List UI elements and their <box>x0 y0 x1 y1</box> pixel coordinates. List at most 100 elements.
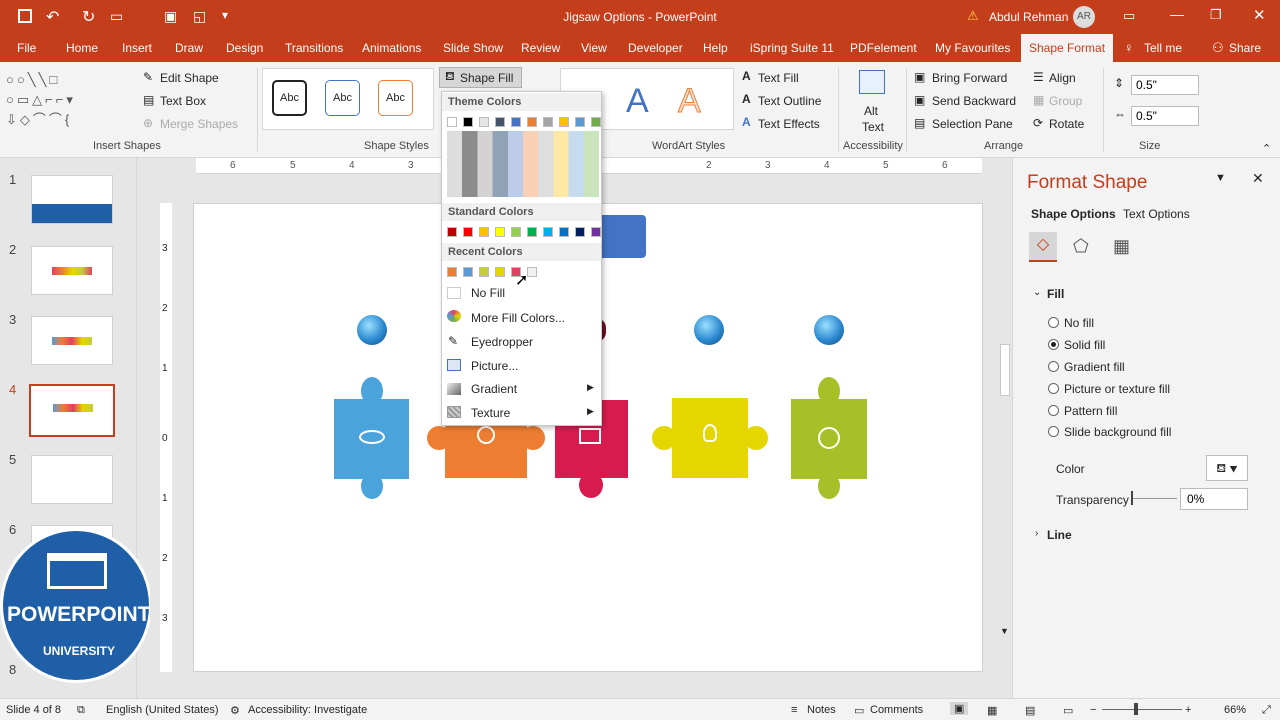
selection-pane-button[interactable]: Selection Pane <box>932 117 1013 131</box>
size-properties-icon[interactable]: ▦ <box>1113 236 1130 257</box>
radio-gradient-fill[interactable] <box>1048 361 1059 372</box>
tab-text-options[interactable]: Text Options <box>1123 207 1190 221</box>
label-picture-fill[interactable]: Picture or texture fill <box>1064 382 1170 396</box>
zoom-slider[interactable] <box>1102 709 1182 710</box>
eyedropper-item[interactable]: Eyedropper <box>471 335 533 349</box>
style-preset-2[interactable]: Abc <box>325 80 360 116</box>
tab-my-favourites[interactable]: My Favourites <box>935 41 1010 55</box>
tab-insert[interactable]: Insert <box>122 41 152 55</box>
tab-home[interactable]: Home <box>66 41 98 55</box>
recent-color-swatch[interactable] <box>463 267 473 277</box>
text-fill-button[interactable]: Text Fill <box>758 71 799 85</box>
language-indicator[interactable]: English (United States) <box>106 704 219 716</box>
theme-color-swatch[interactable] <box>575 117 585 127</box>
bring-forward-button[interactable]: Bring Forward <box>932 71 1007 85</box>
color-picker-button[interactable]: ⛾ ▾ <box>1206 455 1248 481</box>
wordart-style-orange-outline[interactable]: A <box>678 82 702 121</box>
zoom-out-icon[interactable]: − <box>1090 704 1096 716</box>
texture-item[interactable]: Texture <box>471 406 510 420</box>
slide-thumbnail-5[interactable] <box>31 455 113 504</box>
gradient-item[interactable]: Gradient <box>471 382 517 396</box>
zoom-level[interactable]: 66% <box>1224 704 1246 716</box>
standard-color-swatch[interactable] <box>495 227 505 237</box>
tab-developer[interactable]: Developer <box>628 41 683 55</box>
tab-pdfelement[interactable]: PDFelement <box>850 41 917 55</box>
tab-tell-me[interactable]: Tell me <box>1144 41 1182 55</box>
ribbon-display-icon[interactable]: ▭ <box>1123 8 1135 24</box>
alt-text-label-2[interactable]: Text <box>862 120 884 134</box>
text-outline-button[interactable]: Text Outline <box>758 94 821 108</box>
standard-color-swatch[interactable] <box>591 227 601 237</box>
fill-line-icon[interactable]: ◇ <box>1029 232 1057 262</box>
send-backward-button[interactable]: Send Backward <box>932 94 1016 108</box>
height-input[interactable] <box>1131 75 1199 95</box>
accessibility-icon[interactable]: ⚙ <box>230 704 240 717</box>
theme-color-swatch[interactable] <box>591 117 601 127</box>
style-preset-3[interactable]: Abc <box>378 80 413 116</box>
user-name[interactable]: Abdul Rehman <box>989 10 1068 24</box>
label-gradient-fill[interactable]: Gradient fill <box>1064 360 1125 374</box>
style-preset-1[interactable]: Abc <box>272 80 307 116</box>
tab-shape-format[interactable]: Shape Format <box>1021 34 1114 62</box>
group-button[interactable]: Group <box>1049 94 1082 108</box>
label-no-fill[interactable]: No fill <box>1064 316 1094 330</box>
text-effects-button[interactable]: Text Effects <box>758 117 820 131</box>
edit-shape-button[interactable]: Edit Shape <box>160 71 219 85</box>
tab-review[interactable]: Review <box>521 41 560 55</box>
share-button[interactable]: Share <box>1229 41 1261 55</box>
theme-color-swatch[interactable] <box>543 117 553 127</box>
zoom-in-icon[interactable]: + <box>1185 704 1191 716</box>
radio-solid-fill[interactable] <box>1048 339 1059 350</box>
label-solid-fill[interactable]: Solid fill <box>1064 338 1105 352</box>
theme-color-swatch[interactable] <box>447 117 457 127</box>
theme-color-swatch[interactable] <box>527 117 537 127</box>
standard-color-swatch[interactable] <box>463 227 473 237</box>
theme-color-swatch[interactable] <box>511 117 521 127</box>
globe-sphere[interactable] <box>357 315 387 345</box>
puzzle-piece-green[interactable] <box>791 377 867 499</box>
shapes-gallery[interactable]: ○○╲╲□ ○▭△⌐⌐▾ ⇩◇⌒⌒{ <box>6 70 134 132</box>
notes-button[interactable]: Notes <box>807 704 836 716</box>
align-button[interactable]: Align <box>1049 71 1076 85</box>
fill-section-header[interactable]: Fill <box>1047 287 1064 301</box>
slide-sorter-icon[interactable]: ▦ <box>987 704 997 717</box>
radio-picture-fill[interactable] <box>1048 383 1059 394</box>
transparency-input[interactable] <box>1180 488 1248 510</box>
theme-color-swatch[interactable] <box>495 117 505 127</box>
zoom-slider-thumb[interactable] <box>1134 703 1138 715</box>
standard-color-swatch[interactable] <box>527 227 537 237</box>
slide-thumbnail-4[interactable] <box>29 384 115 437</box>
globe-sphere[interactable] <box>694 315 724 345</box>
more-fill-colors-item[interactable]: More Fill Colors... <box>471 311 565 325</box>
tab-animations[interactable]: Animations <box>362 41 421 55</box>
scroll-down-icon[interactable]: ▼ <box>1000 626 1009 636</box>
picture-item[interactable]: Picture... <box>471 359 518 373</box>
pane-close-icon[interactable]: ✕ <box>1252 170 1264 187</box>
comments-button[interactable]: Comments <box>870 704 923 716</box>
theme-color-swatch[interactable] <box>479 117 489 127</box>
puzzle-piece-blue[interactable] <box>334 377 409 499</box>
radio-slide-background-fill[interactable] <box>1048 426 1059 437</box>
maximize-icon[interactable]: ❐ <box>1210 7 1222 23</box>
line-section-header[interactable]: Line <box>1047 528 1072 542</box>
theme-shades[interactable] <box>447 131 599 197</box>
fill-collapse-icon[interactable]: ⌄ <box>1033 287 1041 298</box>
tab-shape-options[interactable]: Shape Options <box>1031 207 1116 221</box>
standard-color-swatch[interactable] <box>479 227 489 237</box>
alt-text-label-1[interactable]: Alt <box>864 104 878 118</box>
radio-pattern-fill[interactable] <box>1048 405 1059 416</box>
label-slide-background-fill[interactable]: Slide background fill <box>1064 425 1171 439</box>
tab-transitions[interactable]: Transitions <box>285 41 343 55</box>
radio-no-fill[interactable] <box>1048 317 1059 328</box>
slide-thumbnail-2[interactable] <box>31 246 113 295</box>
pane-options-icon[interactable]: ▼ <box>1215 172 1226 184</box>
slide-scrollbar[interactable]: ▼ <box>998 158 1012 678</box>
tab-view[interactable]: View <box>581 41 607 55</box>
slideshow-icon[interactable]: ▭ <box>1063 704 1073 717</box>
no-fill-item[interactable]: No Fill <box>471 286 505 300</box>
selected-blue-shape[interactable] <box>598 215 646 258</box>
tab-help[interactable]: Help <box>703 41 728 55</box>
line-expand-icon[interactable]: › <box>1035 528 1038 539</box>
alt-text-icon[interactable] <box>859 70 885 94</box>
slide-thumbnail-1[interactable] <box>31 175 113 224</box>
